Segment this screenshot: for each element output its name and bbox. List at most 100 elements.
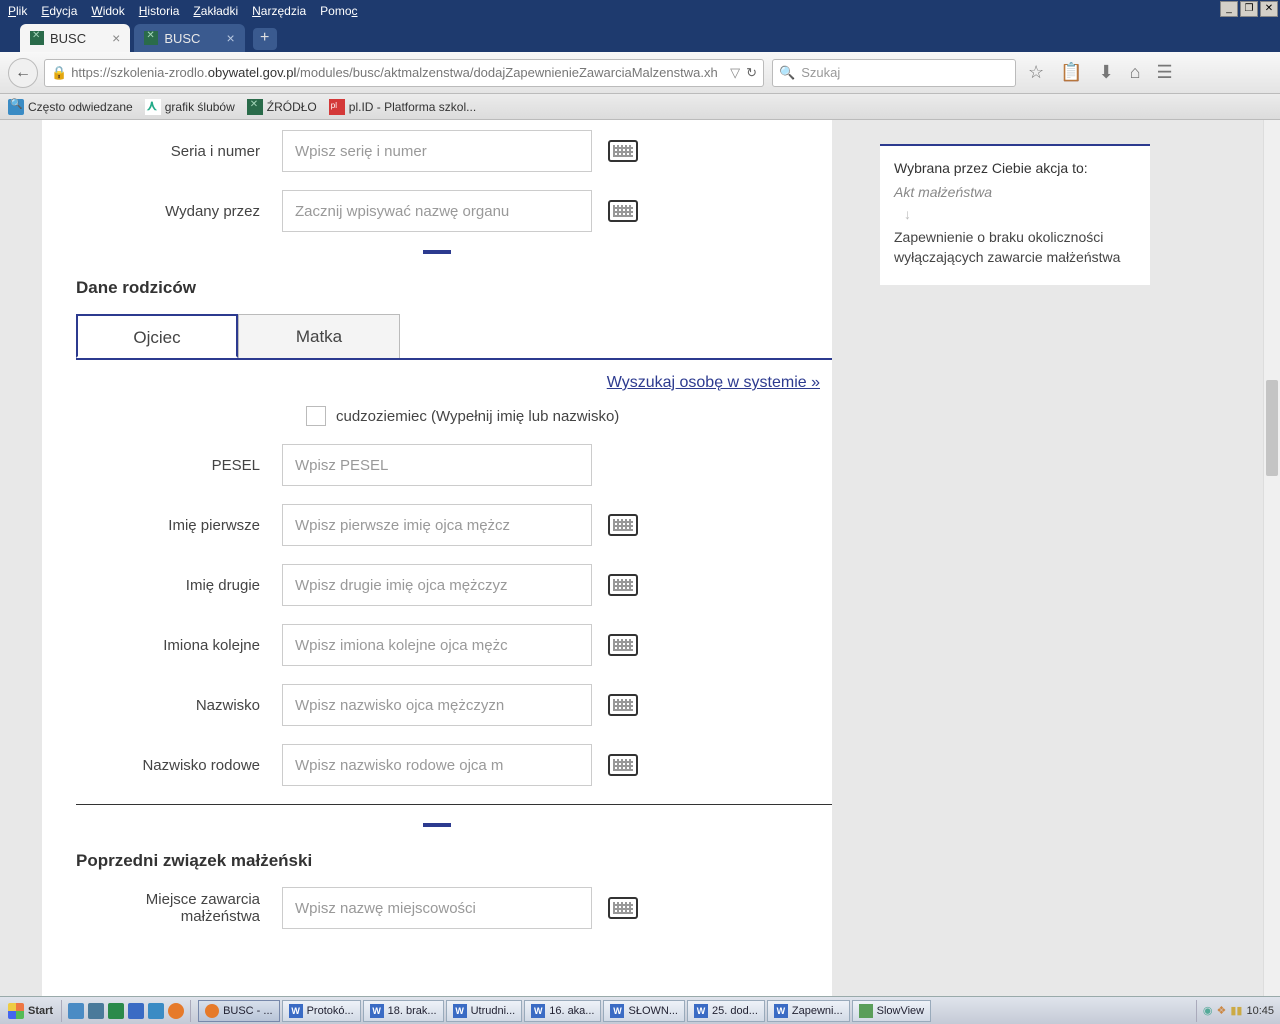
menu-narzedzia[interactable]: Narzędzia bbox=[252, 4, 306, 18]
menu-historia[interactable]: Historia bbox=[139, 4, 180, 18]
bookmark-zrodlo[interactable]: ŹRÓDŁO bbox=[247, 99, 317, 115]
word-icon bbox=[370, 1004, 384, 1018]
keyboard-icon[interactable] bbox=[608, 897, 638, 919]
task-button[interactable]: 18. brak... bbox=[363, 1000, 444, 1022]
side-breadcrumb: Akt małżeństwa bbox=[894, 184, 1136, 200]
tab-title: BUSC bbox=[50, 31, 86, 46]
minimize-button[interactable]: _ bbox=[1220, 1, 1238, 17]
label-imiona: Imiona kolejne bbox=[42, 637, 282, 654]
horizontal-rule bbox=[76, 804, 832, 805]
bookmark-plid[interactable]: pl.ID - Platforma szkol... bbox=[329, 99, 476, 115]
label-nazrod: Nazwisko rodowe bbox=[42, 757, 282, 774]
arrow-down-icon: ↓ bbox=[904, 206, 1136, 222]
url-input[interactable]: 🔒 https://szkolenia-zrodlo.obywatel.gov.… bbox=[44, 59, 764, 87]
keyboard-icon[interactable] bbox=[608, 574, 638, 596]
slowview-icon bbox=[859, 1004, 873, 1018]
ql-icon[interactable] bbox=[148, 1003, 164, 1019]
new-tab-button[interactable]: + bbox=[253, 28, 277, 50]
ql-icon[interactable] bbox=[168, 1003, 184, 1019]
start-button[interactable]: Start bbox=[0, 997, 61, 1024]
section-divider-icon[interactable] bbox=[423, 823, 451, 827]
tab-close-icon[interactable]: × bbox=[226, 30, 234, 46]
bookmark-grafik[interactable]: grafik ślubów bbox=[145, 99, 235, 115]
firefox-icon bbox=[205, 1004, 219, 1018]
side-action-panel: Wybrana przez Ciebie akcja to: Akt małże… bbox=[880, 144, 1150, 285]
search-person-link[interactable]: Wyszukaj osobę w systemie » bbox=[42, 374, 820, 392]
tab-ojciec[interactable]: Ojciec bbox=[76, 314, 238, 358]
main-form-panel: Seria i numer Wydany przez Dane rodziców… bbox=[42, 120, 832, 996]
bookmark-czesto[interactable]: Często odwiedzane bbox=[8, 99, 133, 115]
task-button[interactable]: SŁOWN... bbox=[603, 1000, 685, 1022]
input-miejsce[interactable] bbox=[282, 887, 592, 929]
menu-pomoc[interactable]: Pomoc bbox=[320, 4, 357, 18]
word-icon bbox=[289, 1004, 303, 1018]
nav-back-button[interactable]: ← bbox=[8, 58, 38, 88]
input-seria[interactable] bbox=[282, 130, 592, 172]
checkbox-cudzoziemiec[interactable] bbox=[306, 406, 326, 426]
task-button[interactable]: Utrudni... bbox=[446, 1000, 523, 1022]
tab-title: BUSC bbox=[164, 31, 200, 46]
tray-icon[interactable]: ❖ bbox=[1216, 1004, 1226, 1017]
browser-tab-1[interactable]: BUSC × bbox=[20, 24, 130, 52]
input-nazrod[interactable] bbox=[282, 744, 592, 786]
menu-icon[interactable]: ☰ bbox=[1157, 62, 1173, 83]
keyboard-icon[interactable] bbox=[608, 694, 638, 716]
ql-icon[interactable] bbox=[88, 1003, 104, 1019]
word-icon bbox=[694, 1004, 708, 1018]
url-path: /modules/busc/aktmalzenstwa/dodajZapewni… bbox=[296, 65, 717, 80]
url-dropdown-icon[interactable]: ▽ bbox=[724, 65, 746, 81]
system-tray: ◉ ❖ ▮▮ 10:45 bbox=[1196, 1000, 1280, 1022]
word-icon bbox=[774, 1004, 788, 1018]
input-nazwisko[interactable] bbox=[282, 684, 592, 726]
task-button[interactable]: BUSC - ... bbox=[198, 1000, 280, 1022]
label-cudzoziemiec: cudzoziemiec (Wypełnij imię lub nazwisko… bbox=[336, 408, 619, 425]
bookmark-icon bbox=[145, 99, 161, 115]
section-divider-icon[interactable] bbox=[423, 250, 451, 254]
clipboard-icon[interactable]: 📋 bbox=[1060, 62, 1082, 83]
keyboard-icon[interactable] bbox=[608, 200, 638, 222]
keyboard-icon[interactable] bbox=[608, 634, 638, 656]
maximize-button[interactable]: ❐ bbox=[1240, 1, 1258, 17]
menu-plik[interactable]: Plik bbox=[8, 4, 27, 18]
bookmark-icon bbox=[8, 99, 24, 115]
menu-zakladki[interactable]: Zakładki bbox=[193, 4, 238, 18]
menu-edycja[interactable]: Edycja bbox=[41, 4, 77, 18]
input-wydany[interactable] bbox=[282, 190, 592, 232]
word-icon bbox=[610, 1004, 624, 1018]
browser-tab-bar: BUSC × BUSC × + bbox=[0, 22, 1280, 52]
input-imiona[interactable] bbox=[282, 624, 592, 666]
bookmark-icon bbox=[329, 99, 345, 115]
input-imie1[interactable] bbox=[282, 504, 592, 546]
search-input[interactable]: 🔍 Szukaj bbox=[772, 59, 1016, 87]
close-button[interactable]: ✕ bbox=[1260, 1, 1278, 17]
ql-icon[interactable] bbox=[128, 1003, 144, 1019]
keyboard-icon[interactable] bbox=[608, 754, 638, 776]
task-button[interactable]: Zapewni... bbox=[767, 1000, 850, 1022]
task-button[interactable]: 25. dod... bbox=[687, 1000, 765, 1022]
downloads-icon[interactable]: ⬇ bbox=[1099, 62, 1114, 83]
tab-matka[interactable]: Matka bbox=[238, 314, 400, 358]
input-pesel[interactable] bbox=[282, 444, 592, 486]
heading-poprzedni: Poprzedni związek małżeński bbox=[76, 851, 832, 871]
input-imie2[interactable] bbox=[282, 564, 592, 606]
tray-icon[interactable]: ◉ bbox=[1203, 1004, 1213, 1017]
task-button[interactable]: 16. aka... bbox=[524, 1000, 601, 1022]
browser-tab-2[interactable]: BUSC × bbox=[134, 24, 244, 52]
menu-widok[interactable]: Widok bbox=[91, 4, 124, 18]
keyboard-icon[interactable] bbox=[608, 514, 638, 536]
reload-icon[interactable]: ↻ bbox=[746, 65, 757, 81]
word-icon bbox=[453, 1004, 467, 1018]
keyboard-icon[interactable] bbox=[608, 140, 638, 162]
tab-favicon-icon bbox=[144, 31, 158, 45]
task-button[interactable]: Protokó... bbox=[282, 1000, 361, 1022]
ql-icon[interactable] bbox=[68, 1003, 84, 1019]
ql-icon[interactable] bbox=[108, 1003, 124, 1019]
task-button[interactable]: SlowView bbox=[852, 1000, 932, 1022]
tray-icon[interactable]: ▮▮ bbox=[1230, 1004, 1242, 1017]
scroll-thumb[interactable] bbox=[1266, 380, 1278, 476]
vertical-scrollbar[interactable] bbox=[1263, 120, 1280, 996]
url-prefix: https://szkolenia-zrodlo. bbox=[71, 65, 208, 80]
bookmark-star-icon[interactable]: ☆ bbox=[1028, 62, 1044, 83]
home-icon[interactable]: ⌂ bbox=[1130, 62, 1141, 83]
tab-close-icon[interactable]: × bbox=[112, 30, 120, 46]
